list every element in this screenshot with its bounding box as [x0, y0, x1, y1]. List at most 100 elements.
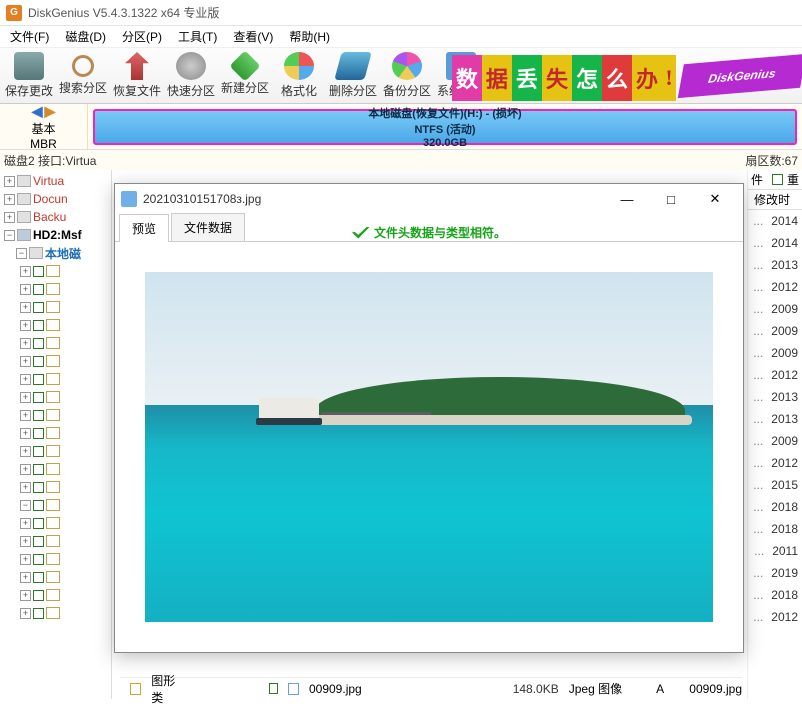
tab-preview[interactable]: 预览 — [119, 214, 169, 242]
expand-icon[interactable]: + — [20, 374, 31, 385]
header-checkbox[interactable] — [772, 174, 783, 185]
tree-checkbox[interactable] — [33, 428, 44, 439]
expand-icon[interactable]: + — [20, 338, 31, 349]
expand-icon[interactable]: + — [20, 428, 31, 439]
tree-checkbox[interactable] — [33, 500, 44, 511]
expand-icon[interactable]: + — [20, 392, 31, 403]
menu-view[interactable]: 查看(V) — [225, 26, 281, 47]
tree-checkbox[interactable] — [33, 446, 44, 457]
tree-docu[interactable]: Docun — [33, 192, 68, 206]
expand-icon[interactable]: + — [20, 572, 31, 583]
tree-checkbox[interactable] — [33, 392, 44, 403]
expand-icon[interactable]: + — [20, 320, 31, 331]
expand-icon[interactable]: + — [20, 482, 31, 493]
expand-icon[interactable]: + — [20, 464, 31, 475]
tree-backu[interactable]: Backu — [33, 210, 66, 224]
expand-icon[interactable]: + — [4, 212, 15, 223]
tree-folder-item[interactable]: + — [20, 586, 111, 604]
expand-icon[interactable]: − — [20, 500, 31, 511]
expand-icon[interactable]: + — [20, 518, 31, 529]
col-file-hdr[interactable]: 件 — [751, 171, 763, 188]
new-partition-button[interactable]: 新建分区 — [218, 50, 272, 102]
tree-checkbox[interactable] — [33, 554, 44, 565]
tree-checkbox[interactable] — [33, 284, 44, 295]
expand-icon[interactable]: + — [20, 446, 31, 457]
tree-folder-item[interactable]: + — [20, 280, 111, 298]
preview-titlebar[interactable]: 20210310151708з.jpg — □ ✕ — [115, 184, 743, 214]
expand-icon[interactable]: + — [4, 194, 15, 205]
tree-checkbox[interactable] — [33, 374, 44, 385]
expand-icon[interactable]: + — [4, 176, 15, 187]
expand-icon[interactable]: + — [20, 284, 31, 295]
tree-folder-item[interactable]: + — [20, 604, 111, 622]
partition-bar[interactable]: 本地磁盘(恢复文件)(H:) - (损坏) NTFS (活动) 320.0GB — [93, 109, 797, 145]
tree-folder-item[interactable]: + — [20, 352, 111, 370]
tree-folder-item[interactable]: + — [20, 478, 111, 496]
expand-icon[interactable]: + — [20, 554, 31, 565]
tree-checkbox[interactable] — [33, 518, 44, 529]
menu-disk[interactable]: 磁盘(D) — [57, 26, 114, 47]
tree-folder-item[interactable]: + — [20, 388, 111, 406]
tree-folder-item[interactable]: + — [20, 532, 111, 550]
tree-checkbox[interactable] — [33, 302, 44, 313]
expand-icon[interactable]: + — [20, 356, 31, 367]
expand-icon[interactable]: + — [20, 608, 31, 619]
tree-checkbox[interactable] — [33, 608, 44, 619]
disk-nav-arrows[interactable]: ◀▶ — [32, 103, 56, 120]
tab-file-data[interactable]: 文件数据 — [171, 213, 245, 241]
tree-checkbox[interactable] — [33, 482, 44, 493]
tree-hd2[interactable]: HD2:Msf — [33, 228, 82, 242]
tree-folder-item[interactable]: + — [20, 424, 111, 442]
tree-checkbox[interactable] — [33, 320, 44, 331]
tree-folder-item[interactable]: + — [20, 370, 111, 388]
tree-local-disk[interactable]: 本地磁 — [45, 245, 81, 262]
menu-file[interactable]: 文件(F) — [2, 26, 57, 47]
tree-checkbox[interactable] — [33, 338, 44, 349]
tree-folder-item[interactable]: + — [20, 568, 111, 586]
expand-icon[interactable]: + — [20, 590, 31, 601]
disk-tree[interactable]: +Virtua +Docun +Backu −HD2:Msf −本地磁 ++++… — [0, 170, 112, 699]
tree-checkbox[interactable] — [33, 410, 44, 421]
quick-partition-button[interactable]: 快速分区 — [164, 50, 218, 102]
tree-folder-item[interactable]: + — [20, 514, 111, 532]
expand-icon[interactable]: + — [20, 410, 31, 421]
tree-checkbox[interactable] — [33, 536, 44, 547]
save-changes-button[interactable]: 保存更改 — [2, 50, 56, 102]
col-modtime-hdr[interactable]: 修改时 — [754, 191, 790, 208]
tree-checkbox[interactable] — [33, 590, 44, 601]
format-button[interactable]: 格式化 — [272, 50, 326, 102]
backup-partition-button[interactable]: 备份分区 — [380, 50, 434, 102]
drive-icon — [17, 193, 31, 205]
file-list-row[interactable]: 图形类 00909.jpg 148.0KB Jpeg 图像 A 00909.jp… — [120, 677, 742, 699]
recover-files-button[interactable]: 恢复文件 — [110, 50, 164, 102]
tree-folder-item[interactable]: + — [20, 262, 111, 280]
close-button[interactable]: ✕ — [693, 185, 737, 213]
tree-folder-item[interactable]: + — [20, 442, 111, 460]
menu-partition[interactable]: 分区(P) — [114, 26, 170, 47]
minimize-button[interactable]: — — [605, 185, 649, 213]
tree-folder-item[interactable]: + — [20, 550, 111, 568]
tree-folder-item[interactable]: + — [20, 316, 111, 334]
collapse-icon[interactable]: − — [4, 230, 15, 241]
tree-folder-item[interactable]: + — [20, 460, 111, 478]
row-checkbox[interactable] — [269, 683, 278, 694]
tree-checkbox[interactable] — [33, 356, 44, 367]
tree-folder-item[interactable]: + — [20, 406, 111, 424]
expand-icon[interactable]: + — [20, 302, 31, 313]
tree-checkbox[interactable] — [33, 266, 44, 277]
tree-folder-item[interactable]: + — [20, 334, 111, 352]
tree-checkbox[interactable] — [33, 464, 44, 475]
delete-partition-button[interactable]: 删除分区 — [326, 50, 380, 102]
tree-checkbox[interactable] — [33, 572, 44, 583]
search-partition-button[interactable]: 搜索分区 — [56, 50, 110, 102]
collapse-icon[interactable]: − — [16, 248, 27, 259]
expand-icon[interactable]: + — [20, 266, 31, 277]
tree-folder-item[interactable]: − — [20, 496, 111, 514]
col-dup-hdr[interactable]: 重 — [787, 171, 799, 188]
expand-icon[interactable]: + — [20, 536, 31, 547]
maximize-button[interactable]: □ — [649, 185, 693, 213]
menu-tools[interactable]: 工具(T) — [170, 26, 225, 47]
tree-virtua[interactable]: Virtua — [33, 174, 64, 188]
menu-help[interactable]: 帮助(H) — [281, 26, 338, 47]
tree-folder-item[interactable]: + — [20, 298, 111, 316]
